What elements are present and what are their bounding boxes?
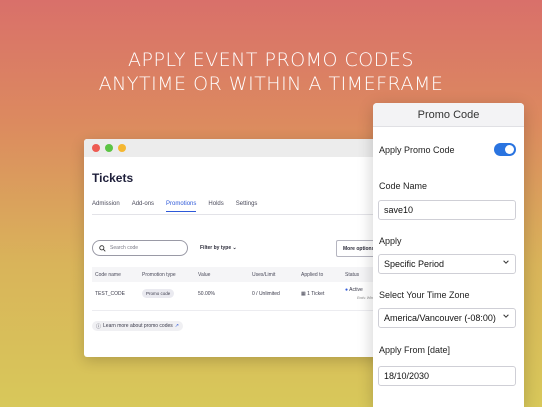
column-value: Value (198, 272, 211, 278)
tab-add-ons[interactable]: Add-ons (132, 201, 154, 212)
filter-dropdown[interactable]: Filter by type ⌄ (200, 245, 237, 251)
timezone-select-value: America/Vancouver (-08:00) (384, 313, 496, 323)
apply-promo-code-label: Apply Promo Code (379, 145, 455, 155)
page-title: Tickets (92, 171, 134, 185)
headline-line-1: APPLY EVENT PROMO CODES (128, 49, 414, 71)
row-applied-label: 1 Ticket (307, 291, 325, 297)
chevron-down-icon: ⌄ (232, 245, 237, 251)
learn-more-link[interactable]: ⓘ Learn more about promo codes ↗ (92, 321, 183, 331)
tab-admission[interactable]: Admission (92, 201, 120, 212)
row-code-name: TEST_CODE (95, 291, 126, 297)
column-promotion-type: Promotion type (142, 272, 176, 278)
row-status: ● Active (345, 287, 363, 293)
table-header: Code name Promotion type Value Uses/Limi… (92, 267, 384, 282)
headline: APPLY EVENT PROMO CODES ANYTIME OR WITHI… (0, 48, 542, 96)
row-uses: 0 / Unlimited (252, 291, 280, 297)
panel-title: Promo Code (373, 103, 524, 127)
table-row[interactable]: TEST_CODE Promo code 50.00% 0 / Unlimite… (92, 283, 384, 309)
tab-promotions[interactable]: Promotions (166, 201, 197, 212)
apply-from-label: Apply From [date] (379, 345, 451, 355)
status-label: Active (349, 287, 363, 293)
tab-bar: Admission Add-ons Promotions Holds Setti… (92, 201, 257, 212)
timezone-select[interactable]: America/Vancouver (-08:00) (378, 308, 516, 328)
info-icon: ⓘ (96, 323, 102, 330)
apply-from-date-input[interactable]: 18/10/2030 (378, 366, 516, 386)
maximize-window-icon[interactable] (105, 144, 113, 152)
row-value: 50.00% (198, 291, 215, 297)
search-placeholder: Search code (110, 245, 139, 251)
row-applied-to: ▦ 1 Ticket (301, 291, 324, 297)
apply-promo-code-toggle[interactable] (494, 143, 516, 156)
window-titlebar (84, 139, 384, 157)
promo-code-panel: Promo Code Apply Promo Code Code Name sa… (373, 103, 524, 407)
apply-select-value: Specific Period (384, 259, 445, 269)
column-status: Status (345, 272, 360, 278)
promotion-type-badge: Promo code (142, 289, 175, 298)
search-icon (99, 244, 106, 252)
filter-label: Filter by type (200, 245, 232, 251)
code-name-input[interactable]: save10 (378, 200, 516, 220)
tab-holds[interactable]: Holds (208, 201, 223, 212)
chevron-down-icon (503, 314, 509, 318)
row-divider (92, 310, 384, 311)
search-input[interactable]: Search code (92, 240, 188, 256)
apply-select[interactable]: Specific Period (378, 254, 516, 274)
apply-label: Apply (379, 236, 402, 246)
code-name-label: Code Name (379, 181, 428, 191)
tab-settings[interactable]: Settings (236, 201, 258, 212)
timezone-label: Select Your Time Zone (379, 290, 470, 300)
minimize-window-icon[interactable] (118, 144, 126, 152)
tickets-window: Tickets Admission Add-ons Promotions Hol… (84, 139, 384, 357)
headline-line-2: ANYTIME OR WITHIN A TIMEFRAME (98, 73, 444, 95)
ticket-icon: ▦ (301, 291, 306, 297)
learn-more-label: Learn more about promo codes (103, 323, 173, 329)
active-dot-icon: ● (345, 287, 349, 293)
column-code-name: Code name (95, 272, 121, 278)
column-applied-to: Applied to (301, 272, 324, 278)
chevron-down-icon (503, 260, 509, 264)
tab-divider (92, 214, 384, 215)
external-link-icon: ↗ (174, 323, 179, 329)
close-window-icon[interactable] (92, 144, 100, 152)
column-uses-limit: Uses/Limit (252, 272, 276, 278)
